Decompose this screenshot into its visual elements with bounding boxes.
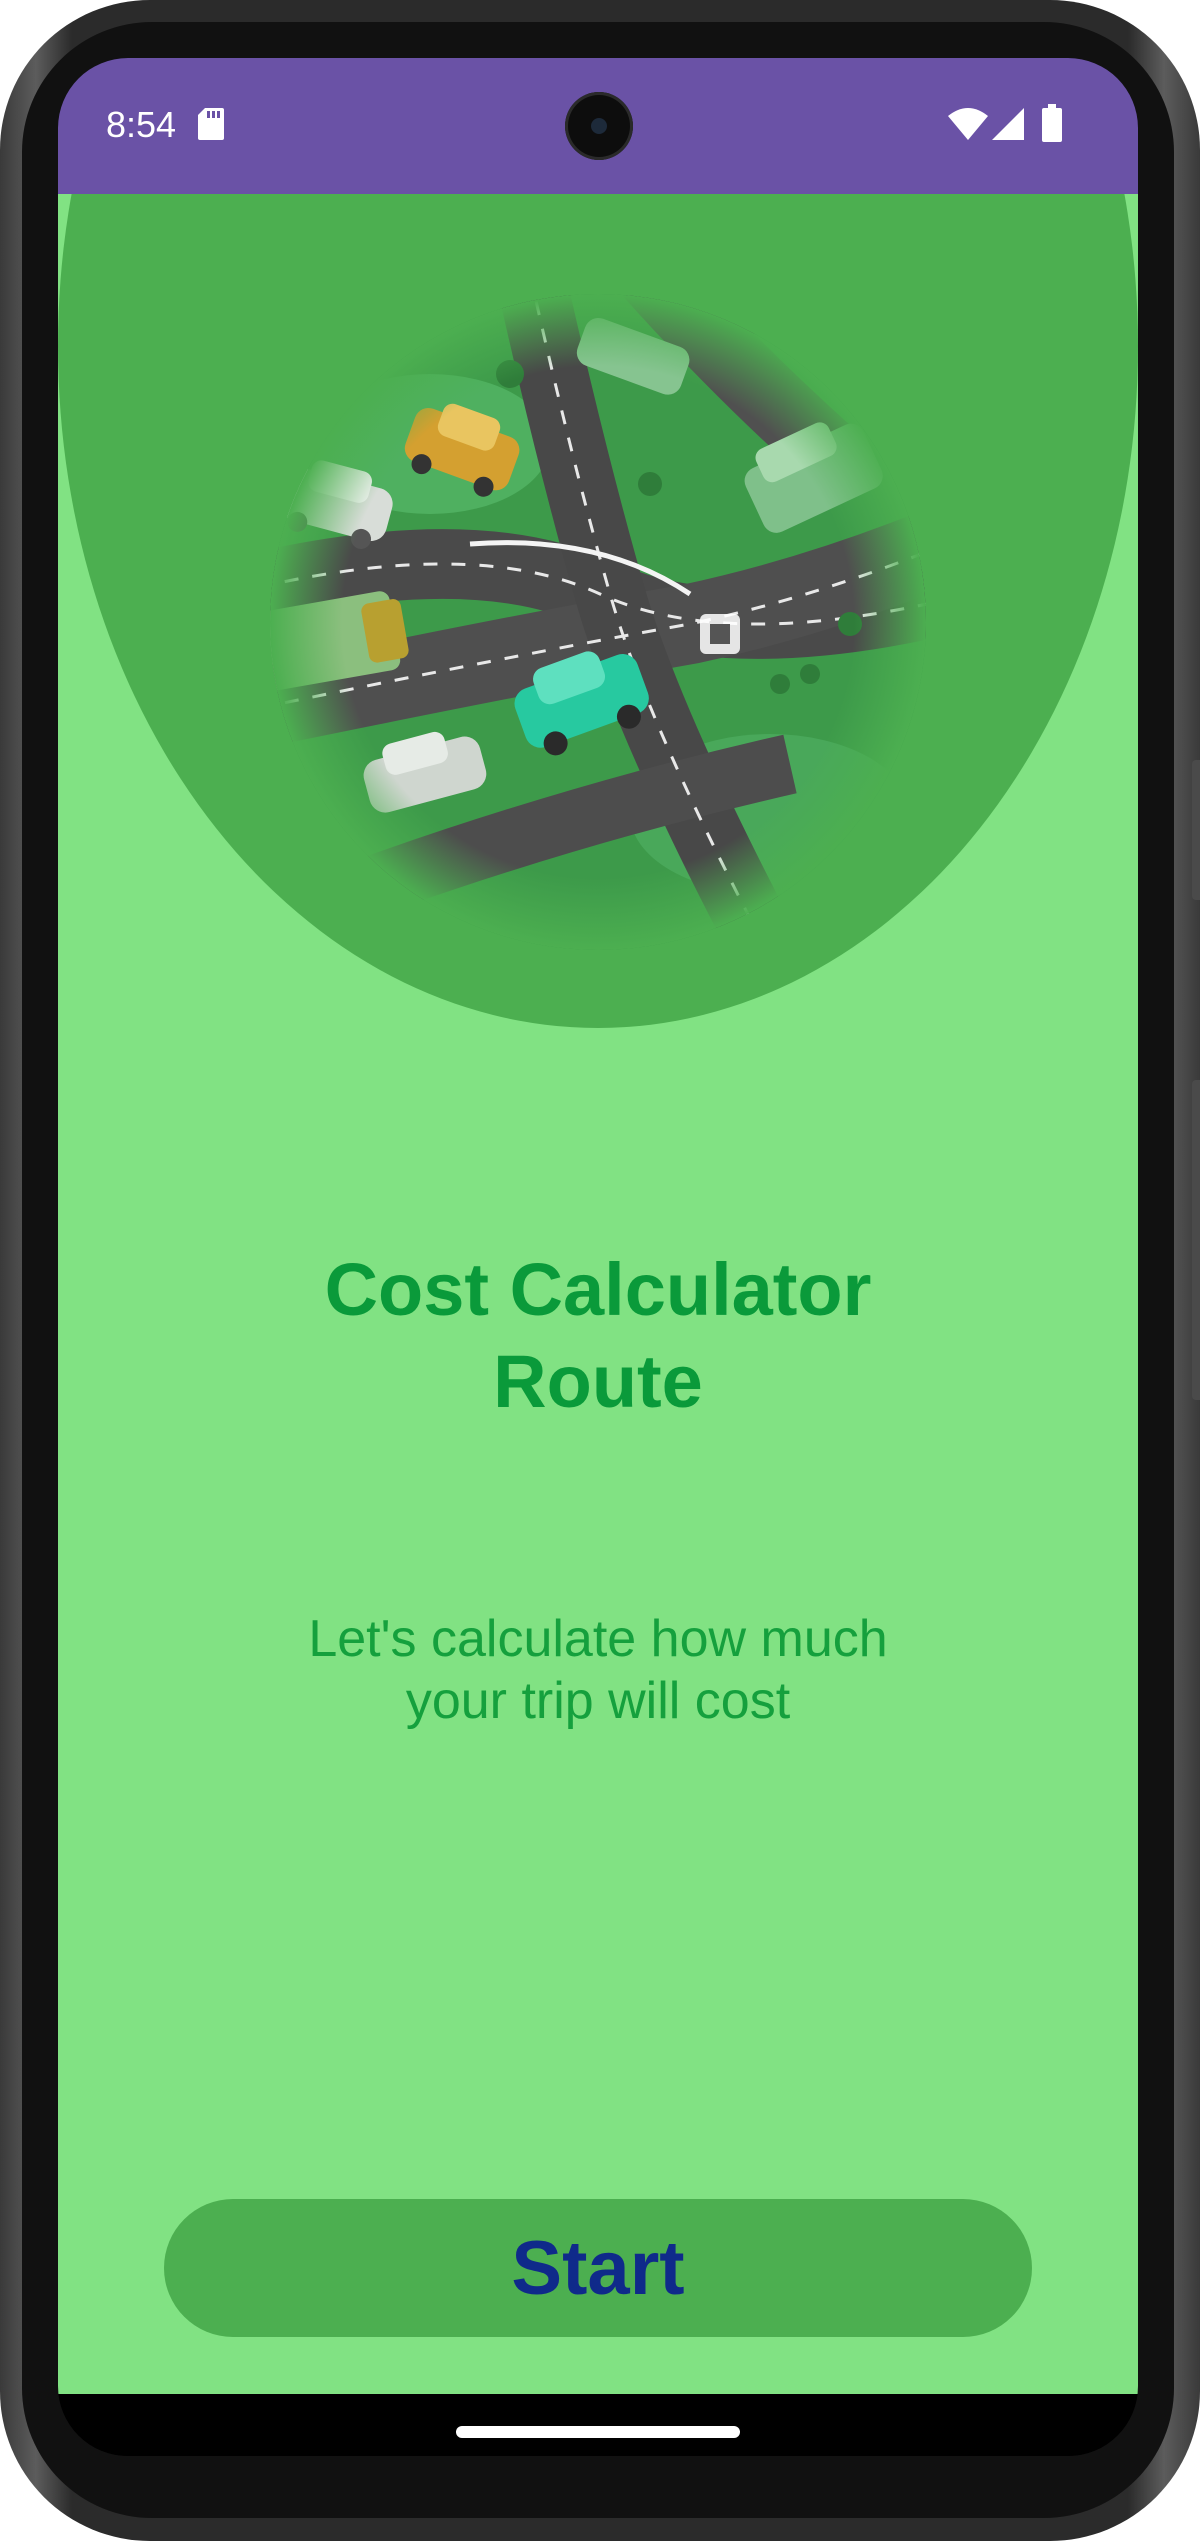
navigation-bar (58, 2394, 1138, 2456)
app-subtitle-line-1: Let's calculate how much (308, 1610, 888, 1668)
app-title: Cost Calculator Route (58, 1244, 1138, 1428)
screen: 8:54 Cost Calculator Route Let's calcula… (58, 58, 1138, 2456)
status-time: 8:54 (106, 104, 177, 145)
app-title-line-2: Route (493, 1340, 703, 1423)
sd-card-icon (198, 108, 224, 140)
phone-frame: 8:54 Cost Calculator Route Let's calcula… (0, 0, 1200, 2541)
app-title-line-1: Cost Calculator (324, 1248, 872, 1331)
signal-icon (992, 108, 1024, 140)
status-bar: 8:54 (58, 58, 1138, 194)
front-camera (565, 92, 633, 160)
traffic-intersection-illustration (270, 294, 926, 950)
app-screen: Cost Calculator Route Let's calculate ho… (58, 194, 1138, 2394)
app-subtitle-line-2: your trip will cost (405, 1672, 791, 1730)
hero-section (58, 194, 1138, 1028)
wifi-icon (948, 108, 988, 140)
power-button (1192, 760, 1200, 900)
start-button[interactable]: Start (164, 2199, 1032, 2337)
battery-icon (1042, 104, 1062, 142)
home-gesture-handle[interactable] (456, 2426, 740, 2438)
app-subtitle: Let's calculate how much your trip will … (58, 1608, 1138, 1732)
volume-button (1192, 1080, 1200, 1400)
